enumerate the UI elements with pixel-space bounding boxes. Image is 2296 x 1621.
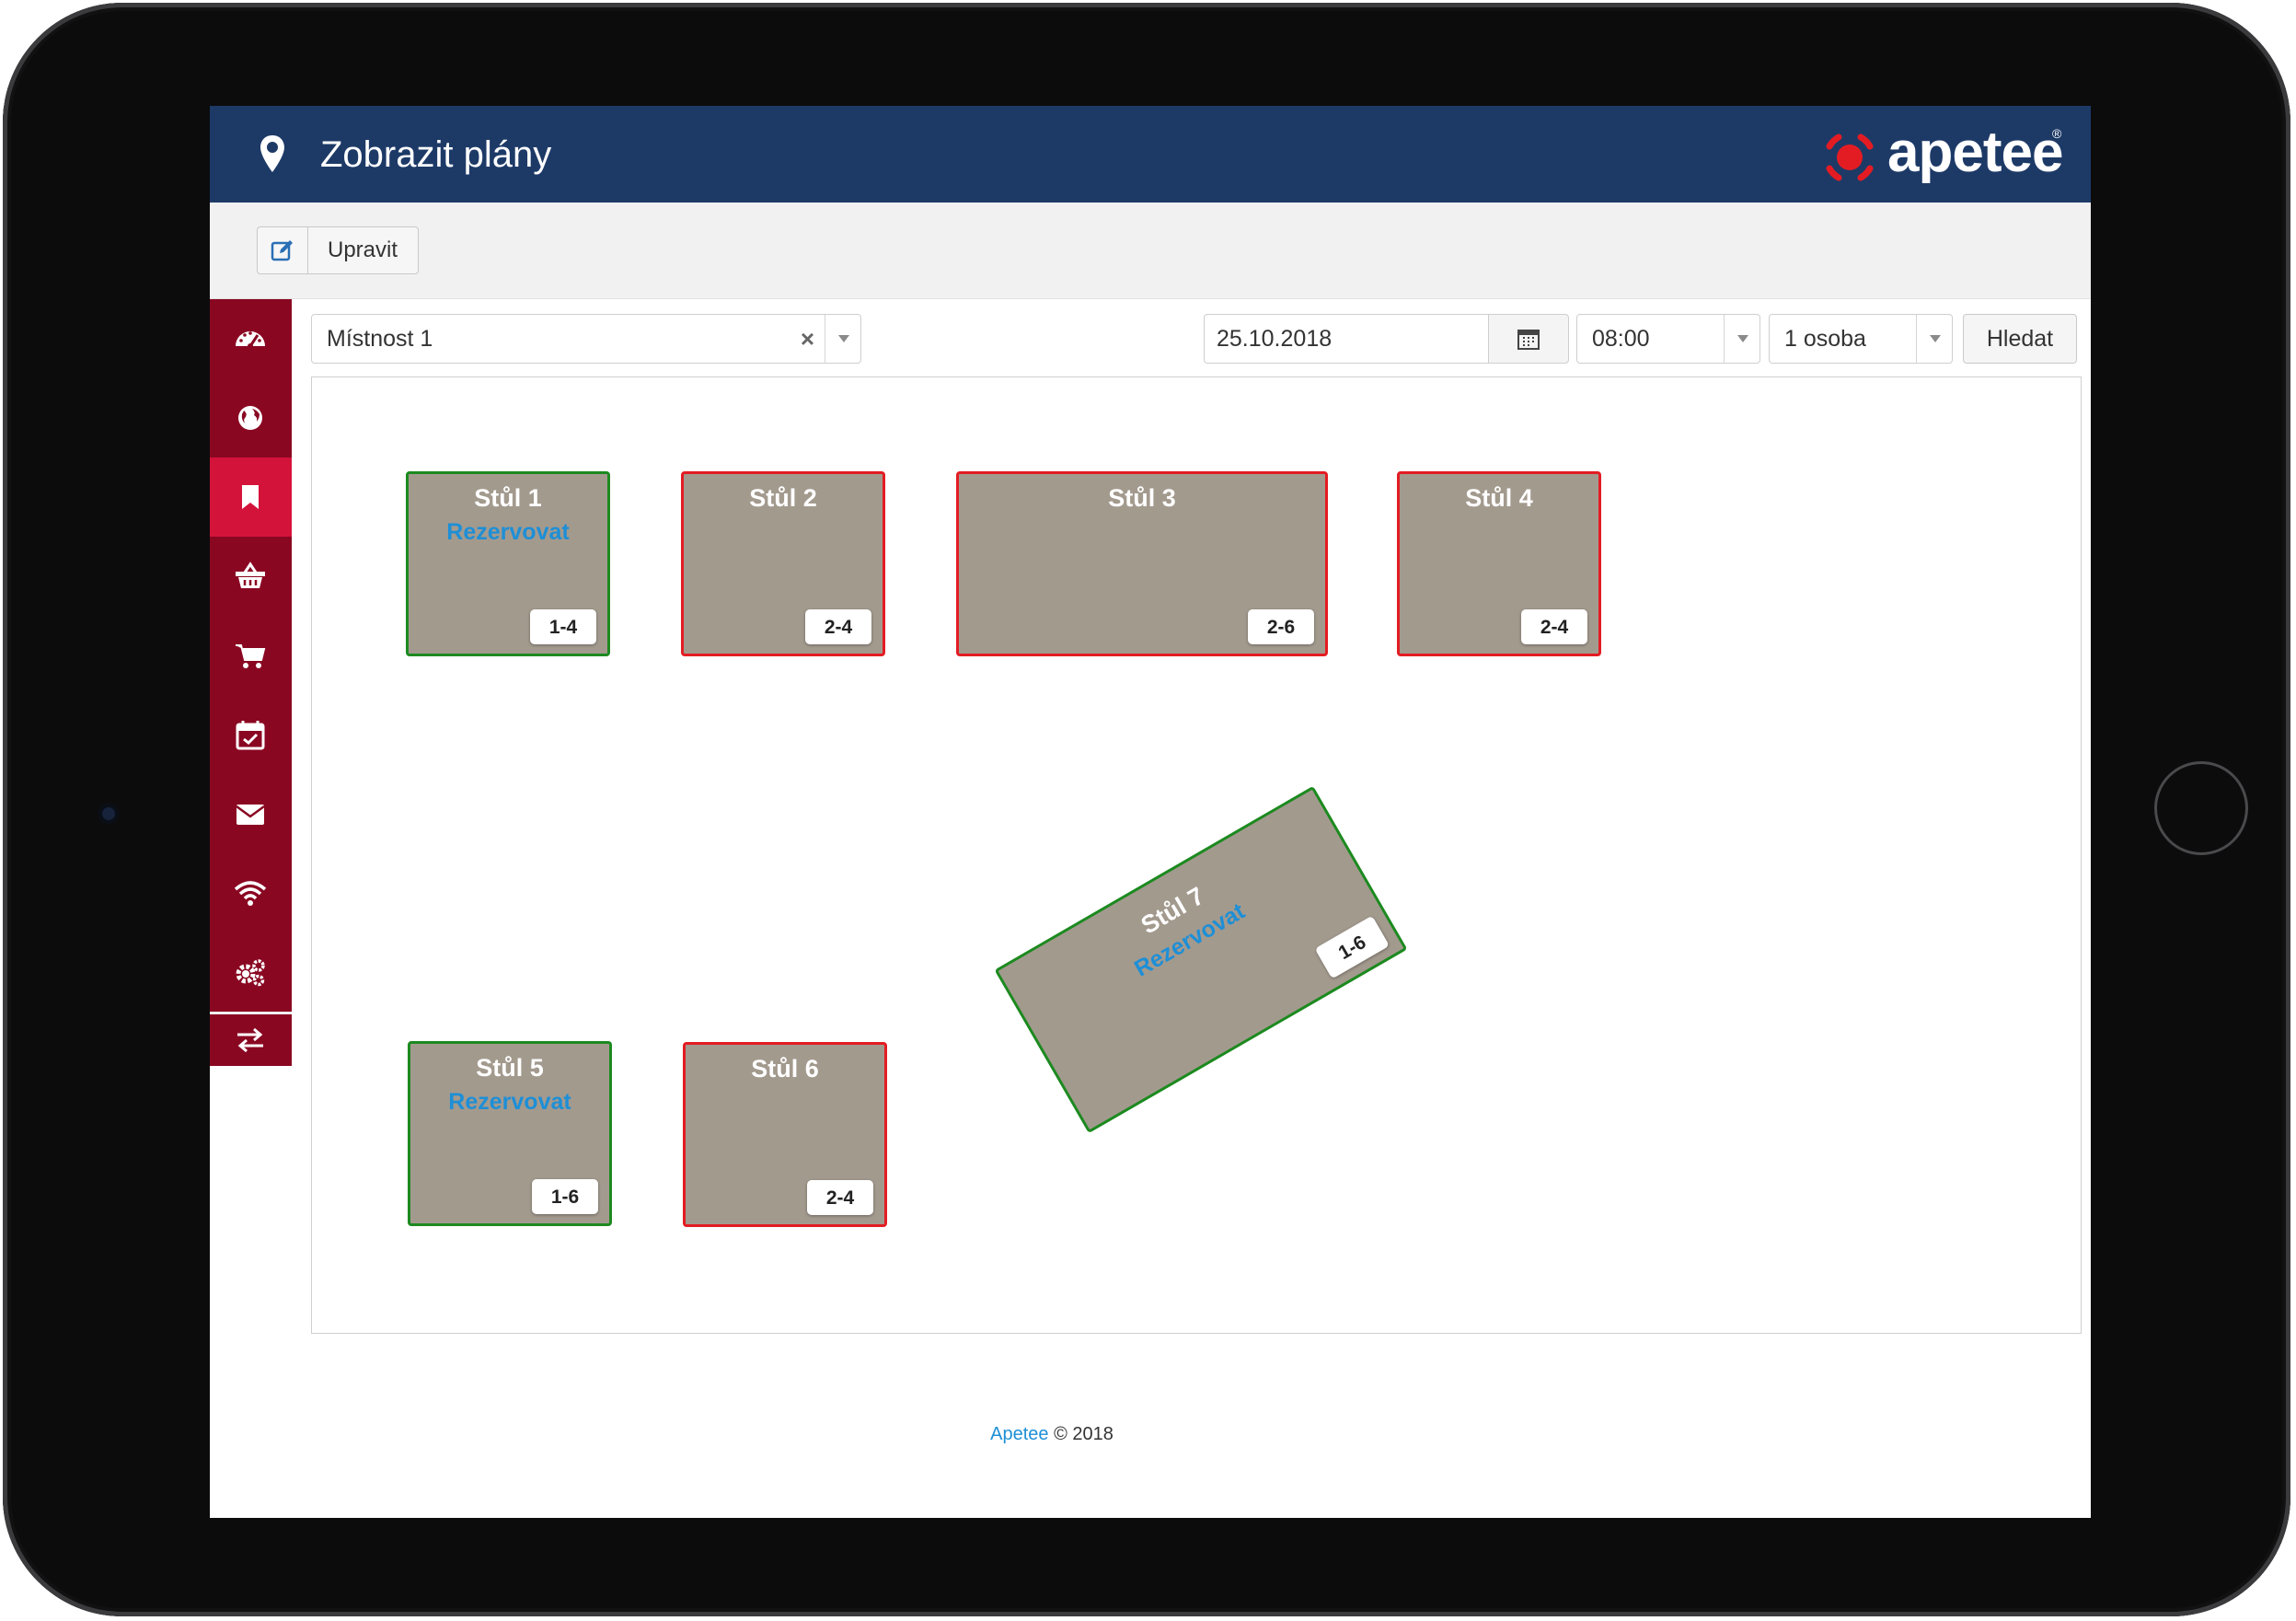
sidebar-item-globe[interactable] [210,378,292,457]
capacity-badge: 1-4 [530,609,596,644]
globe-icon [238,406,262,430]
table-name: Stůl 4 [1465,484,1533,512]
room-select[interactable]: Místnost 1 × [311,314,861,364]
table-name: Stůl 3 [1108,484,1176,512]
table-name: Stůl 7 [1136,881,1209,940]
table-name: Stůl 1 [474,484,542,512]
edit-button-label: Upravit [328,237,398,262]
time-select[interactable]: 08:00 [1576,314,1760,364]
sidebar-item-reservations[interactable] [210,457,292,537]
persons-select-value: 1 osoba [1784,326,1866,352]
wifi-icon [234,881,267,906]
table-5[interactable]: Stůl 5 Rezervovat 1-6 [408,1041,612,1226]
page-title: Zobrazit plány [320,134,552,175]
chevron-down-icon[interactable] [1916,315,1952,363]
footer-brand-link[interactable]: Apetee [990,1424,1048,1444]
clear-icon[interactable]: × [801,315,814,363]
sidebar-item-dashboard[interactable] [210,299,292,378]
bookmark-icon [242,485,259,509]
floor-plan: Stůl 1 Rezervovat 1-4 Stůl 2 2-4 Stůl 3 … [311,376,2082,1334]
sidebar-item-messages[interactable] [210,774,292,853]
calendar-button[interactable] [1488,314,1569,364]
apetee-logo: apetee ® [1820,121,2069,191]
top-bar: Zobrazit plány apetee ® [210,106,2091,203]
sidebar-item-settings[interactable] [210,932,292,1012]
capacity-badge: 2-4 [1521,609,1587,644]
logo-text: apetee [1887,121,2063,184]
table-name: Stůl 2 [749,484,817,512]
chevron-down-icon[interactable] [825,315,860,363]
time-select-value: 08:00 [1592,326,1650,352]
edit-icon [271,240,293,261]
envelope-icon [236,805,265,825]
logo-mark-icon [1826,133,1874,181]
app-screen: Zobrazit plány apetee ® Upravit Místnost… [210,106,2091,1518]
calendar-icon [1517,330,1540,350]
toolbar: Upravit [210,203,2091,299]
sidebar-item-calendar[interactable] [210,695,292,774]
gears-icon [236,959,265,987]
table-3[interactable]: Stůl 3 2-6 [956,471,1328,656]
capacity-badge: 2-4 [807,1180,873,1215]
date-input[interactable]: 25.10.2018 [1204,314,1489,364]
home-button[interactable] [2154,761,2248,855]
table-2[interactable]: Stůl 2 2-4 [681,471,885,656]
calendar-check-icon [236,721,265,750]
footer-copyright: © 2018 [1048,1424,1113,1444]
reserve-link[interactable]: Rezervovat [410,1088,609,1116]
persons-select[interactable]: 1 osoba [1769,314,1953,364]
chevron-down-icon[interactable] [1724,315,1759,363]
cart-icon [236,644,266,668]
edit-icon-box [258,227,308,273]
exchange-icon [237,1027,263,1053]
search-button[interactable]: Hledat [1963,314,2077,364]
table-6[interactable]: Stůl 6 2-4 [683,1042,887,1227]
map-pin-icon [260,135,284,172]
capacity-badge: 1-6 [1314,915,1390,979]
sidebar-item-cart[interactable] [210,616,292,695]
capacity-badge: 2-6 [1248,609,1314,644]
reserve-link[interactable]: Rezervovat [1026,838,1354,1043]
capacity-badge: 2-4 [805,609,871,644]
logo-registered: ® [2052,126,2062,141]
sidebar-item-toggle[interactable] [210,1014,292,1066]
camera-dot [98,804,119,824]
table-name: Stůl 5 [476,1054,544,1082]
footer: Apetee © 2018 [210,1424,1894,1445]
table-1[interactable]: Stůl 1 Rezervovat 1-4 [406,471,610,656]
dashboard-icon [236,331,265,349]
sidebar-item-basket[interactable] [210,537,292,616]
basket-icon [236,562,265,588]
tablet-frame: Zobrazit plány apetee ® Upravit Místnost… [3,3,2290,1616]
sidebar-item-wifi[interactable] [210,853,292,932]
room-select-value: Místnost 1 [327,326,433,352]
table-name: Stůl 6 [751,1055,819,1083]
capacity-badge: 1-6 [532,1179,598,1214]
sidebar [210,299,292,1066]
edit-button[interactable]: Upravit [257,226,419,274]
table-4[interactable]: Stůl 4 2-4 [1397,471,1601,656]
reserve-link[interactable]: Rezervovat [409,518,607,546]
table-7[interactable]: Stůl 7 Rezervovat 1-6 [994,785,1408,1134]
